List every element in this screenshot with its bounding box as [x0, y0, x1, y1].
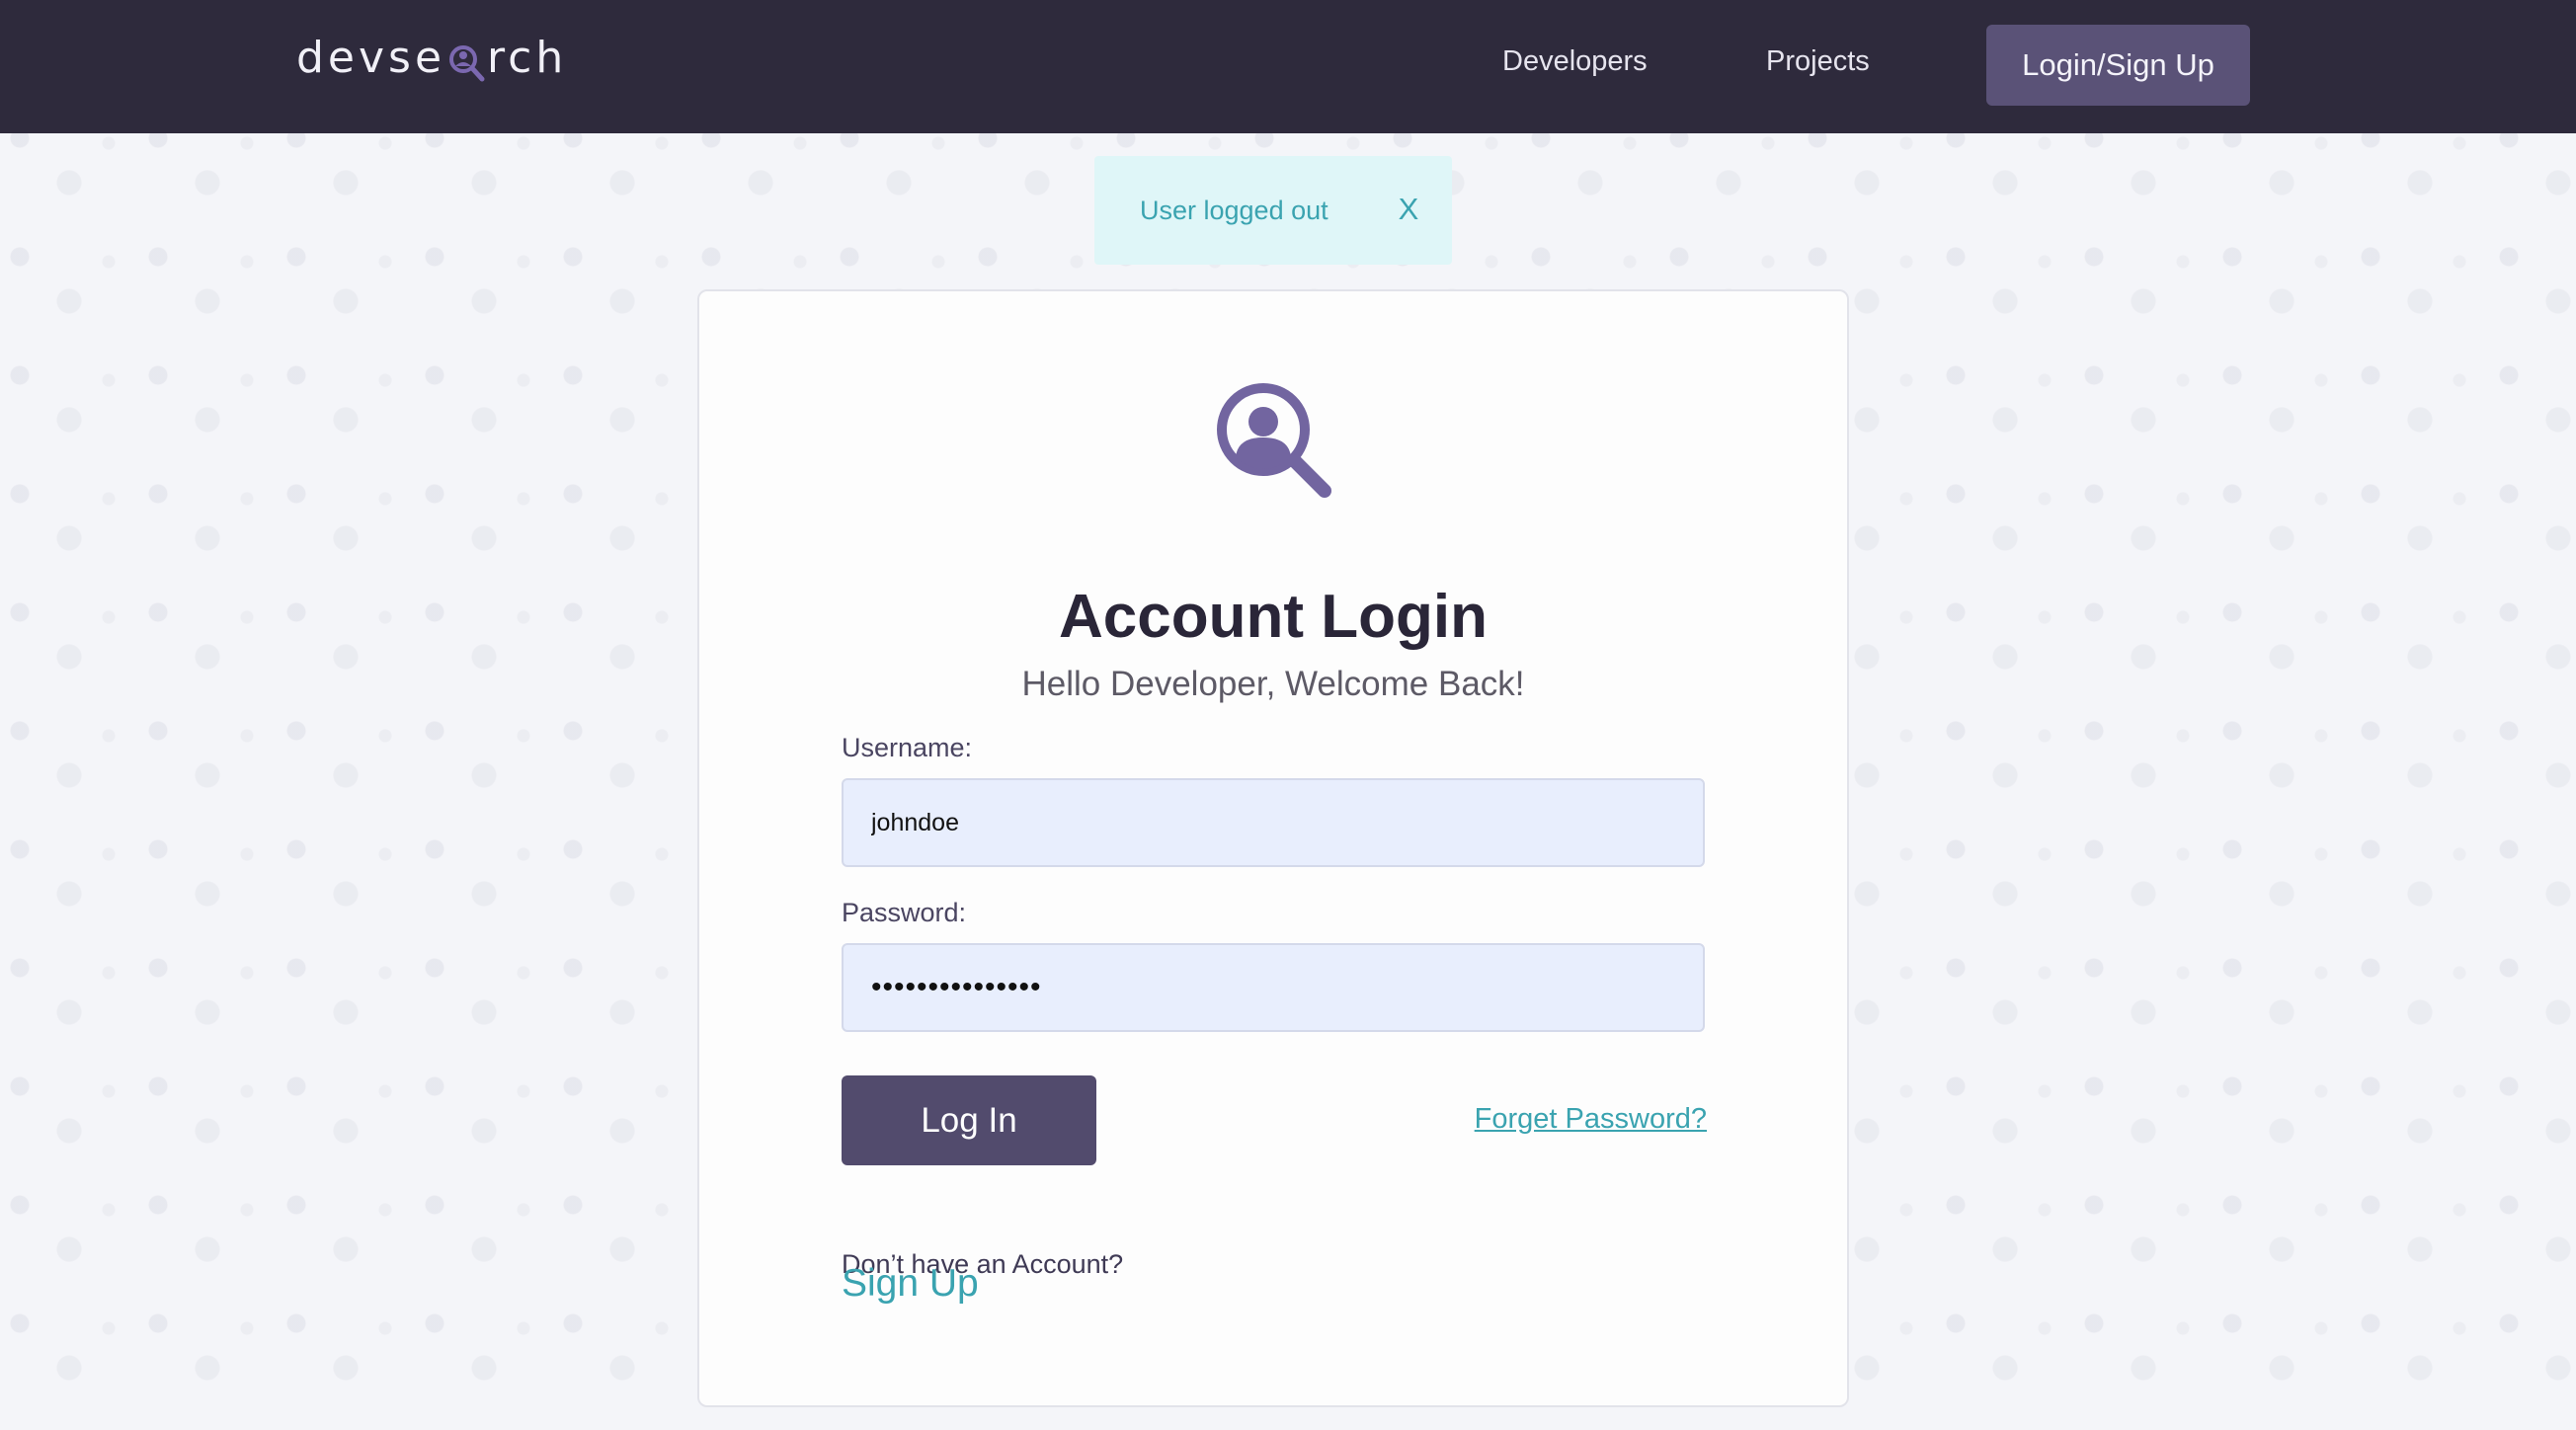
page-subtitle: Hello Developer, Welcome Back!: [1021, 665, 1525, 703]
flash-message: User logged out: [1140, 196, 1328, 225]
login-button[interactable]: Log In: [842, 1075, 1096, 1165]
logo-text-suffix: rch: [487, 32, 568, 83]
user-search-icon: [1214, 380, 1336, 503]
username-input[interactable]: [842, 778, 1705, 867]
login-signup-button[interactable]: Login/Sign Up: [1986, 25, 2250, 106]
signup-link[interactable]: Sign Up: [842, 1259, 979, 1309]
close-icon[interactable]: X: [1389, 190, 1428, 229]
nav-link-projects[interactable]: Projects: [1766, 41, 1870, 81]
devsearch-logo[interactable]: devse rch: [296, 28, 567, 87]
nav-link-developers[interactable]: Developers: [1502, 41, 1648, 81]
forgot-password-link[interactable]: Forget Password?: [1475, 1099, 1707, 1139]
user-search-icon: [447, 43, 485, 83]
login-card: Account Login Hello Developer, Welcome B…: [697, 289, 1849, 1407]
username-label: Username:: [842, 733, 973, 762]
flash-alert: User logged out X: [1094, 156, 1452, 265]
logo-text-prefix: devse: [296, 32, 446, 83]
password-input[interactable]: [842, 943, 1705, 1032]
page-title: Account Login: [1059, 582, 1488, 651]
top-navbar: devse rch Developers Projects Login/Sign…: [0, 0, 2576, 133]
password-label: Password:: [842, 898, 967, 927]
